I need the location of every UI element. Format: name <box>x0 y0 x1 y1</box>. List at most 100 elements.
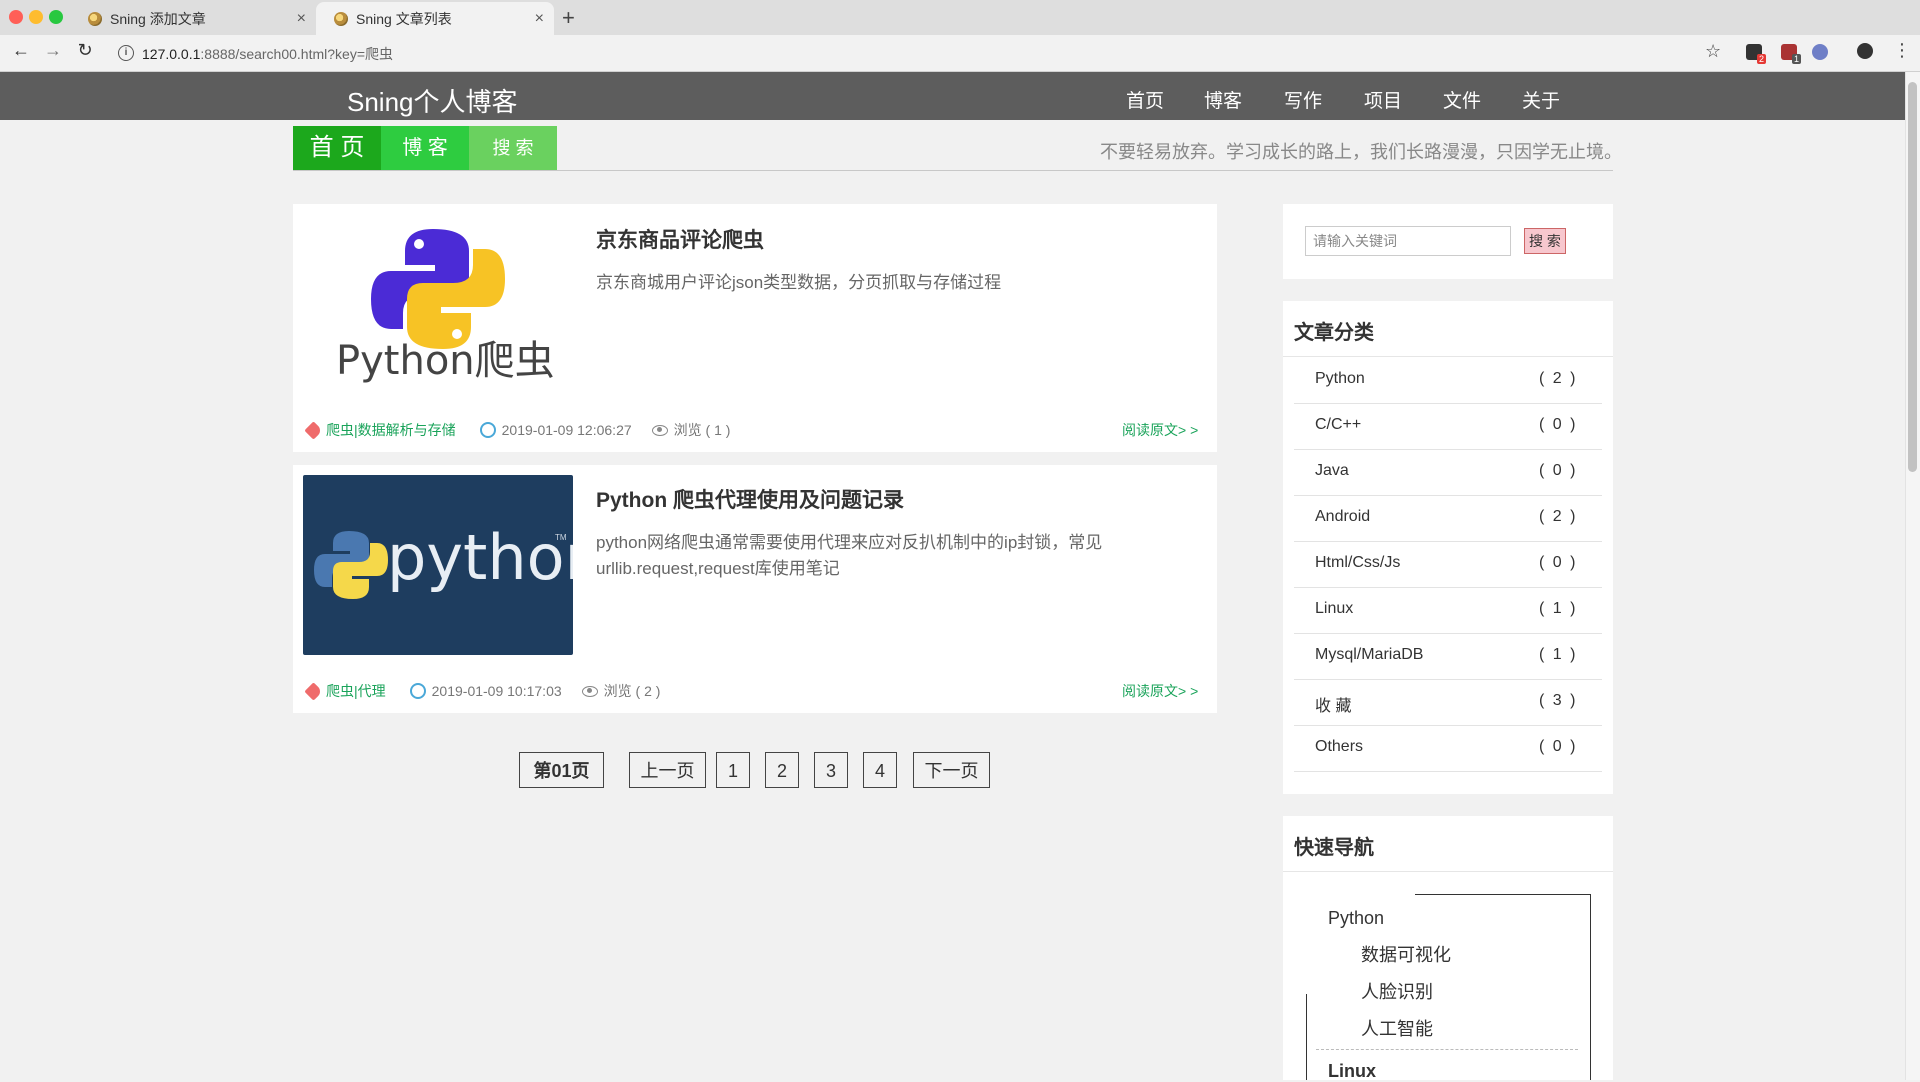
extension-badge: 2 <box>1757 54 1767 64</box>
article-date: 2019-01-09 10:17:03 <box>431 683 562 699</box>
quick-nav-heading: 快速导航 <box>1294 837 1374 859</box>
forward-icon[interactable]: → <box>42 40 64 61</box>
new-tab-button[interactable]: + <box>562 5 575 31</box>
close-window-button[interactable] <box>9 10 23 24</box>
category-item[interactable]: Mysql/MariaDB ( 1 ) <box>1294 633 1602 680</box>
clock-icon <box>409 683 426 699</box>
nav-projects[interactable]: 项目 <box>1364 86 1402 113</box>
thumbnail-wordmark: python <box>387 521 573 594</box>
category-name: 收 藏 <box>1315 698 1352 715</box>
minimize-window-button[interactable] <box>29 10 43 24</box>
reload-icon[interactable]: ↻ <box>74 40 96 61</box>
category-item[interactable]: Java ( 0 ) <box>1294 449 1602 496</box>
subtab-blog[interactable]: 博 客 <box>381 126 469 170</box>
tag-icon <box>304 681 323 701</box>
site-header <box>0 72 1905 120</box>
nav-home[interactable]: 首页 <box>1126 86 1164 113</box>
bookmark-star-icon[interactable]: ☆ <box>1705 41 1721 62</box>
search-button[interactable]: 搜 索 <box>1524 228 1566 254</box>
pagination-page-2[interactable]: 2 <box>765 752 799 788</box>
nav-about[interactable]: 关于 <box>1522 86 1560 113</box>
tag-icon <box>304 420 323 440</box>
category-name: Python <box>1315 370 1365 387</box>
extension-icon[interactable] <box>1812 44 1828 60</box>
url-field[interactable]: 127.0.0.1:8888/search00.html?key=爬虫 <box>142 44 393 64</box>
tab-title: Sning 添加文章 <box>110 10 206 27</box>
pagination-prev-button[interactable]: 上一页 <box>629 752 706 788</box>
article-title[interactable]: 京东商品评论爬虫 <box>596 224 764 254</box>
trademark-mark: TM <box>555 533 567 542</box>
article-thumbnail[interactable]: python TM <box>303 475 573 655</box>
browser-tab[interactable]: Sning 添加文章 × <box>70 2 316 35</box>
subtab-search[interactable]: 搜 索 <box>469 126 557 170</box>
category-item[interactable]: Others ( 0 ) <box>1294 725 1602 772</box>
subtab-home[interactable]: 首 页 <box>293 126 381 170</box>
article-title[interactable]: Python 爬虫代理使用及问题记录 <box>596 484 904 514</box>
url-host: 127.0.0.1 <box>142 46 201 62</box>
category-count: ( 0 ) <box>1539 462 1578 479</box>
category-count: ( 1 ) <box>1539 646 1578 663</box>
site-motto: 不要轻易放弃。学习成长的路上，我们长路漫漫，只因学无止境。 <box>1100 142 1622 162</box>
category-item[interactable]: Html/Css/Js ( 0 ) <box>1294 541 1602 588</box>
clock-icon <box>479 422 496 438</box>
article-meta: 爬虫|代理 2019-01-09 10:17:03 浏览 ( 2 ) <box>304 681 661 701</box>
menu-kebab-icon[interactable]: ⋮ <box>1893 40 1911 61</box>
pagination-page-3[interactable]: 3 <box>814 752 848 788</box>
nav-files[interactable]: 文件 <box>1443 86 1481 113</box>
article-views: 浏览 ( 2 ) <box>603 683 661 699</box>
category-name: Android <box>1315 508 1371 525</box>
site-title[interactable]: Sning个人博客 <box>347 82 518 119</box>
category-count: ( 2 ) <box>1539 508 1578 525</box>
tree-border-top <box>1415 894 1590 895</box>
quick-nav-item[interactable]: 数据可视化 <box>1361 941 1451 967</box>
thumbnail-caption: Python爬虫 <box>336 338 555 384</box>
category-count: ( 0 ) <box>1539 738 1578 755</box>
quick-nav-group[interactable]: Python <box>1328 908 1384 929</box>
subnav-divider <box>293 170 1613 171</box>
quick-nav-separator <box>1316 1049 1578 1050</box>
pagination-next-button[interactable]: 下一页 <box>913 752 990 788</box>
close-tab-icon[interactable]: × <box>535 10 544 28</box>
nav-blog[interactable]: 博客 <box>1204 86 1242 113</box>
article-tags[interactable]: 爬虫|数据解析与存储 <box>326 420 456 440</box>
article-description: 京东商城用户评论json类型数据，分页抓取与存储过程 <box>596 273 1002 292</box>
article-tags[interactable]: 爬虫|代理 <box>326 681 386 701</box>
read-more-link[interactable]: 阅读原文> > <box>1122 681 1198 701</box>
quick-nav-divider <box>1283 871 1613 872</box>
eye-icon <box>581 685 598 697</box>
close-tab-icon[interactable]: × <box>297 10 306 28</box>
quick-nav-item[interactable]: 人脸识别 <box>1361 978 1433 1004</box>
category-item[interactable]: Android ( 2 ) <box>1294 495 1602 542</box>
nav-write[interactable]: 写作 <box>1284 86 1322 113</box>
browser-tab-active[interactable]: Sning 文章列表 × <box>316 2 554 35</box>
category-count: ( 2 ) <box>1539 370 1578 387</box>
quick-nav-group[interactable]: Linux <box>1328 1061 1376 1082</box>
site-info-icon[interactable]: i <box>118 45 134 61</box>
quick-nav-item[interactable]: 人工智能 <box>1361 1015 1433 1041</box>
back-icon[interactable]: ← <box>10 40 32 61</box>
category-item[interactable]: Python ( 2 ) <box>1294 357 1602 404</box>
category-item[interactable]: Linux ( 1 ) <box>1294 587 1602 634</box>
pagination-page-1[interactable]: 1 <box>716 752 750 788</box>
categories-heading: 文章分类 <box>1294 322 1374 344</box>
category-name: Others <box>1315 738 1364 755</box>
category-name: Html/Css/Js <box>1315 554 1401 571</box>
profile-icon[interactable] <box>1857 43 1873 59</box>
pagination-current: 第01页 <box>519 752 604 788</box>
tree-border-right <box>1590 894 1591 1080</box>
read-more-link[interactable]: 阅读原文> > <box>1122 420 1198 440</box>
category-item[interactable]: 收 藏 ( 3 ) <box>1294 679 1602 726</box>
search-input[interactable] <box>1305 226 1511 256</box>
tree-border-left <box>1306 994 1307 1080</box>
pagination-page-4[interactable]: 4 <box>863 752 897 788</box>
category-count: ( 1 ) <box>1539 600 1578 617</box>
category-name: Java <box>1315 462 1349 479</box>
category-count: ( 0 ) <box>1539 416 1578 433</box>
article-meta: 爬虫|数据解析与存储 2019-01-09 12:06:27 浏览 ( 1 ) <box>304 420 730 440</box>
scrollbar-thumb[interactable] <box>1908 82 1917 472</box>
category-name: Linux <box>1315 600 1354 617</box>
zoom-window-button[interactable] <box>49 10 63 24</box>
category-name: C/C++ <box>1315 416 1362 433</box>
category-item[interactable]: C/C++ ( 0 ) <box>1294 403 1602 450</box>
category-count: ( 0 ) <box>1539 554 1578 571</box>
